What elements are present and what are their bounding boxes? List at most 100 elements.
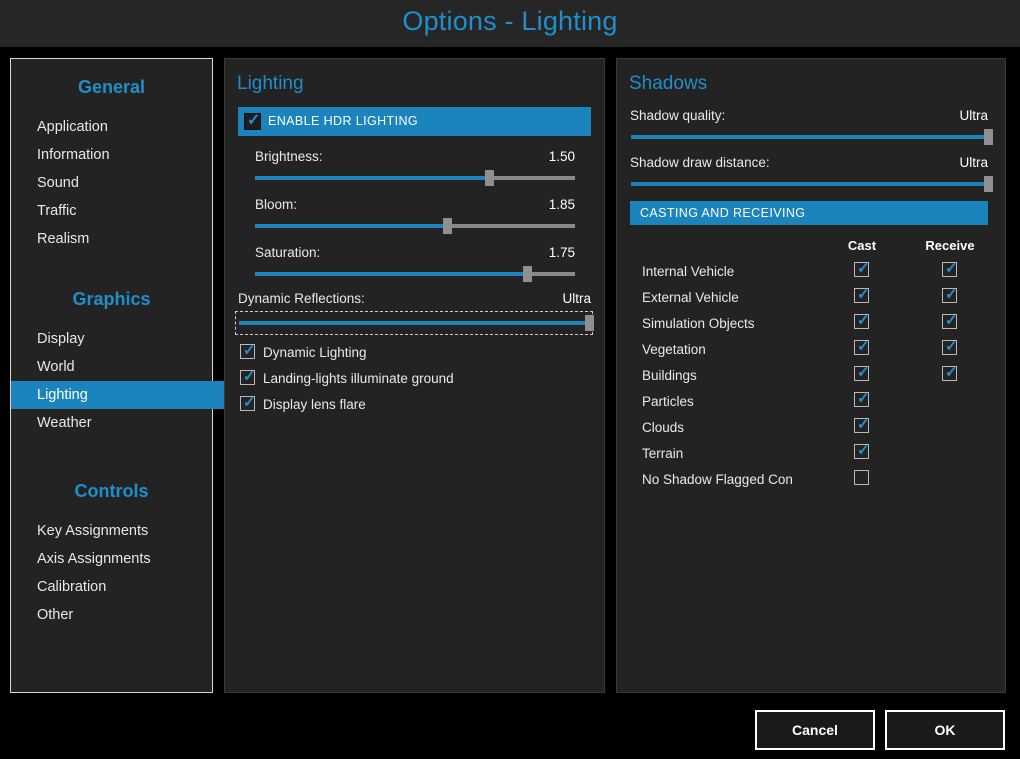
cancel-button[interactable]: Cancel <box>755 710 875 750</box>
shadow-row-label-terrain: Terrain <box>642 446 684 461</box>
slider-bloom[interactable] <box>255 218 575 234</box>
sidebar-item-weather[interactable]: Weather <box>11 409 238 437</box>
cast-checkbox-simulation-objects[interactable]: ✓ <box>854 313 870 329</box>
cast-checkbox-buildings[interactable]: ✓ <box>854 364 870 381</box>
reflections-value: Ultra <box>562 291 591 306</box>
slider-bloom-fill <box>255 224 447 228</box>
slider-label-bloom: Bloom: <box>255 197 298 212</box>
lighting-panel: Lighting ✓ ENABLE HDR LIGHTING Brightness:… <box>224 58 605 693</box>
receive-checkbox-simulation-objects-check: ✓ <box>945 312 958 329</box>
slider-value-brightness: 1.50 <box>548 149 575 164</box>
slider-label-saturation: Saturation: <box>255 245 321 260</box>
checkbox-label-landing-lights-illuminate-ground: Landing-lights illuminate ground <box>263 371 454 386</box>
cast-checkbox-vegetation[interactable]: ✓ <box>854 338 870 355</box>
sidebar-item-lighting[interactable]: Lighting <box>11 381 238 409</box>
slider-shadow-quality-thumb[interactable] <box>984 129 993 145</box>
cast-checkbox-particles-check: ✓ <box>857 390 870 407</box>
sidebar-item-axis-assignments[interactable]: Axis Assignments <box>11 545 238 573</box>
slider-saturation-fill <box>255 272 527 276</box>
cast-checkbox-no-shadow-flagged-content[interactable]: ✓ <box>854 470 869 485</box>
shadow-row-label-internal-vehicle: Internal Vehicle <box>642 264 735 279</box>
receive-checkbox-internal-vehicle[interactable]: ✓ <box>942 260 958 277</box>
receive-checkbox-internal-vehicle-check: ✓ <box>945 260 958 277</box>
cast-checkbox-vegetation-check: ✓ <box>857 338 870 355</box>
sidebar-item-world[interactable]: World <box>11 353 238 381</box>
sidebar-item-display[interactable]: Display <box>11 325 238 353</box>
shadow-row-label-simulation-objects: Simulation Objects <box>642 316 755 331</box>
slider-shadow-quality[interactable] <box>631 129 993 145</box>
slider-shadow-quality-fill <box>631 135 988 139</box>
shadow-row-label-vegetation: Vegetation <box>642 342 706 357</box>
checkbox-landing-lights-illuminate-ground-check: ✓ <box>243 368 256 385</box>
receive-checkbox-buildings[interactable]: ✓ <box>942 364 958 381</box>
casting-banner: CASTING AND RECEIVING <box>630 201 988 225</box>
slider-dynamic-reflections-thumb[interactable] <box>585 315 594 331</box>
slider-shadow-draw-distance[interactable] <box>631 176 993 192</box>
shadows-heading: Shadows <box>629 73 708 94</box>
cast-checkbox-external-vehicle[interactable]: ✓ <box>854 287 870 303</box>
slider-brightness-thumb[interactable] <box>484 170 494 186</box>
receive-checkbox-external-vehicle-check: ✓ <box>945 286 958 303</box>
slider-value-bloom: 1.85 <box>548 197 575 212</box>
slider-saturation[interactable] <box>255 266 575 282</box>
sidebar-panel: General Application Information Sound Traffi… <box>10 58 238 693</box>
column-header-receive: Receive <box>925 238 975 253</box>
receive-checkbox-simulation-objects[interactable]: ✓ <box>942 312 958 329</box>
options-window: Options - Lighting General Application Inf… <box>0 0 1020 759</box>
slider-brightness-fill <box>255 176 489 180</box>
cast-checkbox-clouds-check: ✓ <box>857 416 870 433</box>
shadow-row-label-particles: Particles <box>642 394 694 409</box>
checkbox-dynamic-lighting[interactable]: ✓ <box>240 342 256 359</box>
slider-label-shadow-draw-distance: Shadow draw distance: <box>630 155 770 170</box>
checkbox-label-display-lens-flare: Display lens flare <box>263 397 366 412</box>
receive-checkbox-vegetation[interactable]: ✓ <box>942 338 958 355</box>
slider-bloom-thumb[interactable] <box>443 218 452 234</box>
checkbox-landing-lights-illuminate-ground[interactable]: ✓ <box>240 368 256 385</box>
checkbox-display-lens-flare-check: ✓ <box>243 394 256 411</box>
checkbox-dynamic-lighting-check: ✓ <box>243 342 256 359</box>
shadow-row-label-buildings: Buildings <box>642 368 697 383</box>
cast-checkbox-internal-vehicle-check: ✓ <box>857 260 870 277</box>
slider-shadow-draw-distance-thumb[interactable] <box>984 176 993 192</box>
receive-checkbox-buildings-check: ✓ <box>945 364 958 381</box>
slider-label-shadow-quality: Shadow quality: <box>630 108 726 123</box>
sidebar-item-key-assignments[interactable]: Key Assignments <box>11 517 238 545</box>
lighting-heading: Lighting <box>237 73 304 94</box>
checkbox-display-lens-flare[interactable]: ✓ <box>240 394 256 411</box>
shadow-row-label-no-shadow-flagged-content: No Shadow Flagged Content <box>642 472 792 487</box>
sidebar-item-realism[interactable]: Realism <box>11 225 238 253</box>
shadow-row-label-external-vehicle: External Vehicle <box>642 290 739 305</box>
title-bar: Options - Lighting <box>0 0 1020 47</box>
sidebar-item-calibration[interactable]: Calibration <box>11 573 238 601</box>
cast-checkbox-terrain-check: ✓ <box>857 442 870 459</box>
hdr-banner[interactable]: ✓ ENABLE HDR LIGHTING <box>238 107 591 136</box>
sidebar-item-sound[interactable]: Sound <box>11 169 238 197</box>
column-header-cast: Cast <box>847 238 877 253</box>
cast-checkbox-terrain[interactable]: ✓ <box>854 442 870 459</box>
cast-checkbox-internal-vehicle[interactable]: ✓ <box>854 260 870 277</box>
sidebar-group-title-graphics: Graphics <box>72 289 151 309</box>
sidebar-item-information[interactable]: Information <box>11 141 238 169</box>
slider-value-shadow-quality: Ultra <box>959 108 988 123</box>
receive-checkbox-external-vehicle[interactable]: ✓ <box>942 286 958 303</box>
reflections-label: Dynamic Reflections: <box>238 291 365 306</box>
hdr-checkbox-check: ✓ <box>247 112 261 129</box>
slider-saturation-thumb[interactable] <box>523 266 532 282</box>
cast-checkbox-clouds[interactable]: ✓ <box>854 416 870 433</box>
slider-dynamic-reflections[interactable] <box>235 311 594 335</box>
cast-checkbox-buildings-check: ✓ <box>857 364 870 381</box>
hdr-banner-label: ENABLE HDR LIGHTING <box>268 114 418 128</box>
slider-brightness[interactable] <box>255 170 575 186</box>
hdr-checkbox[interactable]: ✓ <box>244 113 261 130</box>
ok-button[interactable]: OK <box>885 710 1005 750</box>
sidebar-item-traffic[interactable]: Traffic <box>11 197 238 225</box>
checkbox-label-dynamic-lighting: Dynamic Lighting <box>263 345 367 360</box>
slider-shadow-draw-distance-fill <box>631 182 988 186</box>
sidebar-item-application[interactable]: Application <box>11 113 238 141</box>
sidebar-item-other[interactable]: Other <box>11 601 238 629</box>
slider-value-shadow-draw-distance: Ultra <box>959 155 988 170</box>
sidebar-group-title-controls: Controls <box>74 481 149 501</box>
receive-checkbox-vegetation-check: ✓ <box>945 338 958 355</box>
slider-label-brightness: Brightness: <box>255 149 323 164</box>
cast-checkbox-particles[interactable]: ✓ <box>854 390 870 407</box>
